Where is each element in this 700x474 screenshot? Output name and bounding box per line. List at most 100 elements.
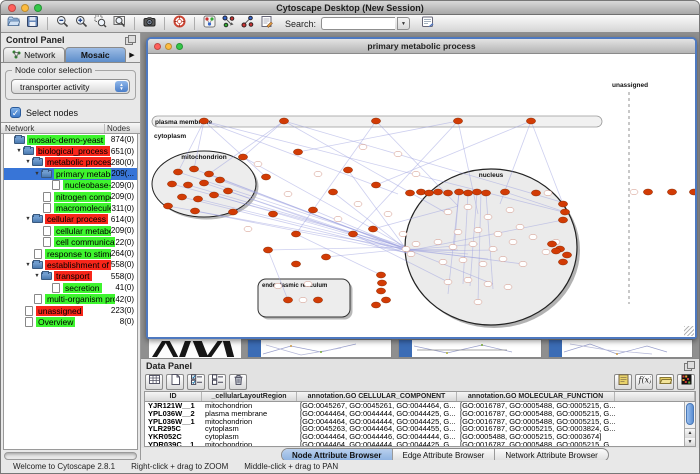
tree-row[interactable]: nitrogen compo209(0) <box>4 191 137 202</box>
float-panel-icon[interactable] <box>125 35 135 44</box>
tree-row[interactable]: multi-organism pro42(0) <box>4 293 137 304</box>
close-button[interactable] <box>154 43 161 50</box>
table-cell[interactable]: [GO:0045263, GO:0044464, GO:0044455, G..… <box>297 425 457 433</box>
zoom-selected-button[interactable] <box>92 16 109 32</box>
table-column-header[interactable]: _cellularLayoutRegion <box>202 392 297 401</box>
tree-row[interactable]: secretion41(0) <box>4 282 137 293</box>
disclosure-triangle-icon[interactable]: ▼ <box>15 148 23 154</box>
disclosure-triangle-icon[interactable]: ▼ <box>24 216 32 222</box>
tree-row[interactable]: macromolecule311(0) <box>4 202 137 213</box>
function-builder-button[interactable]: f(x) <box>635 374 653 390</box>
network-view-window[interactable]: primary metabolic process plasma membran… <box>146 37 697 339</box>
matrix-view-button[interactable] <box>677 374 695 390</box>
minimize-button[interactable] <box>21 4 29 12</box>
tree-row[interactable]: cellular metabo209(0) <box>4 225 137 236</box>
zoom-button[interactable] <box>34 4 42 12</box>
background-window[interactable] <box>398 339 543 358</box>
scrollbar-thumb[interactable] <box>686 403 694 425</box>
help-button[interactable] <box>171 16 188 32</box>
search-dropdown-button[interactable]: ▼ <box>397 17 410 30</box>
attr-unselect-button[interactable] <box>208 374 226 390</box>
table-cell[interactable]: YPL036W__1 <box>145 418 202 426</box>
table-row[interactable]: YLR295Ccytoplasm[GO:0045263, GO:0044464,… <box>145 425 695 433</box>
background-window[interactable] <box>548 339 693 358</box>
table-cell[interactable]: [GO:0044464, GO:0044446, GO:0044444, G..… <box>297 433 457 441</box>
background-windows[interactable] <box>149 339 693 358</box>
table-row[interactable]: YDR039C__1mitochondrion[GO:0044464, GO:0… <box>145 441 695 447</box>
attr-new-button[interactable] <box>166 374 184 390</box>
annotation-b-button[interactable] <box>239 16 256 32</box>
node-color-dropdown[interactable]: transporter activity ▲▼ <box>11 79 130 94</box>
table-cell[interactable]: [GO:0044464, GO:0044444, GO:0044425, G..… <box>297 441 457 447</box>
table-column-header[interactable]: annotation.GO MOLECULAR_FUNCTION <box>457 392 615 401</box>
open-button[interactable] <box>5 16 22 32</box>
zoom-fit-button[interactable] <box>111 16 128 32</box>
table-cell[interactable]: mitochondrion <box>202 402 297 410</box>
tree-row[interactable]: nucleobase-209(0) <box>4 180 137 191</box>
resize-grip[interactable] <box>684 326 694 336</box>
search-config-button[interactable] <box>419 16 436 32</box>
table-cell[interactable]: cytoplasm <box>202 425 297 433</box>
disclosure-triangle-icon[interactable]: ▼ <box>24 262 32 268</box>
table-row[interactable]: YPL036W__1mitochondrion[GO:0044464, GO:0… <box>145 418 695 426</box>
table-cell[interactable]: YLR295C <box>145 425 202 433</box>
attr-delete-button[interactable] <box>229 374 247 390</box>
tree-row[interactable]: mosaic-demo-yeast874(0) <box>4 134 137 145</box>
disclosure-triangle-icon[interactable]: ▼ <box>24 159 32 165</box>
table-row[interactable]: YJR121W__1mitochondrion[GO:0045267, GO:0… <box>145 402 695 410</box>
table-cell[interactable]: [GO:0016787, GO:0005488, GO:0005215, G..… <box>457 402 615 410</box>
tab-mosaic[interactable]: Mosaic <box>65 47 127 62</box>
tree-row[interactable]: ▼cellular process614(0) <box>4 214 137 225</box>
tree-row[interactable]: response to stimulu264(0) <box>4 248 137 259</box>
scroll-up-button[interactable]: ▲ <box>685 429 695 438</box>
table-row[interactable]: YKR052Ccytoplasm[GO:0044464, GO:0044446,… <box>145 433 695 441</box>
float-panel-icon[interactable] <box>684 361 694 370</box>
tree-row[interactable]: ▼establishment of lo558(0) <box>4 259 137 270</box>
attr-import-button[interactable] <box>656 374 674 390</box>
search-input[interactable] <box>321 17 395 30</box>
table-cell[interactable]: [GO:0016787, GO:0005488, GO:0005215, G..… <box>457 441 615 447</box>
table-cell[interactable]: mitochondrion <box>202 441 297 447</box>
panel-resize-bar[interactable] <box>4 452 137 460</box>
zoom-out-button[interactable] <box>54 16 71 32</box>
tree-row[interactable]: ▼primary metabo209(... <box>4 168 137 179</box>
zoom-button[interactable] <box>176 43 183 50</box>
table-column-header[interactable]: annotation.GO CELLULAR_COMPONENT <box>297 392 457 401</box>
form-button[interactable] <box>258 16 275 32</box>
tree-row[interactable]: ▼biological_process651(0) <box>4 145 137 156</box>
app-titlebar[interactable]: Cytoscape Desktop (New Session) <box>1 1 699 15</box>
tab-network[interactable]: Network <box>3 47 65 62</box>
table-cell[interactable]: [GO:0016787, GO:0005488, GO:0005215, G..… <box>457 418 615 426</box>
table-scrollbar[interactable]: ▲▼ <box>684 402 695 446</box>
close-button[interactable] <box>8 4 16 12</box>
table-cell[interactable]: [GO:0016787, GO:0005488, GO:0005215, G..… <box>457 410 615 418</box>
tree-row[interactable]: unassigned223(0) <box>4 305 137 316</box>
tree-row[interactable]: Overview8(0) <box>4 316 137 327</box>
attr-select-button[interactable] <box>187 374 205 390</box>
tree-row[interactable]: ▼transport558(0) <box>4 271 137 282</box>
tree-row[interactable]: cell communicat22(0) <box>4 237 137 248</box>
scroll-down-button[interactable]: ▼ <box>685 438 695 447</box>
table-cell[interactable]: YKR052C <box>145 433 202 441</box>
attr-edit-button[interactable] <box>614 374 632 390</box>
attr-table-button[interactable] <box>145 374 163 390</box>
table-cell[interactable]: [GO:0045267, GO:0045261, GO:0044464, G..… <box>297 402 457 410</box>
network-window-titlebar[interactable]: primary metabolic process <box>148 39 695 54</box>
save-button[interactable] <box>24 16 41 32</box>
tab-overflow-button[interactable]: ▶ <box>126 47 138 62</box>
zoom-in-button[interactable] <box>73 16 90 32</box>
disclosure-triangle-icon[interactable]: ▼ <box>33 273 41 279</box>
tree-row[interactable]: ▼metabolic process280(0) <box>4 157 137 168</box>
disclosure-triangle-icon[interactable]: ▼ <box>33 171 41 177</box>
tree-column-network[interactable]: Network <box>1 124 104 133</box>
table-cell[interactable]: YDR039C__1 <box>145 441 202 447</box>
table-cell[interactable]: [GO:0044464, GO:0044444, GO:0044425, G..… <box>297 418 457 426</box>
annotation-a-button[interactable] <box>220 16 237 32</box>
background-window[interactable] <box>247 339 392 358</box>
table-cell[interactable]: YJR121W__1 <box>145 402 202 410</box>
table-cell[interactable]: plasma membrane <box>202 410 297 418</box>
table-cell[interactable]: YPL036W__2 <box>145 410 202 418</box>
table-cell[interactable]: [GO:0044464, GO:0044444, GO:0044425, G..… <box>297 410 457 418</box>
table-cell[interactable]: [GO:0005488, GO:0005215, GO:0003674] <box>457 433 615 441</box>
select-nodes-checkbox[interactable] <box>10 107 21 118</box>
